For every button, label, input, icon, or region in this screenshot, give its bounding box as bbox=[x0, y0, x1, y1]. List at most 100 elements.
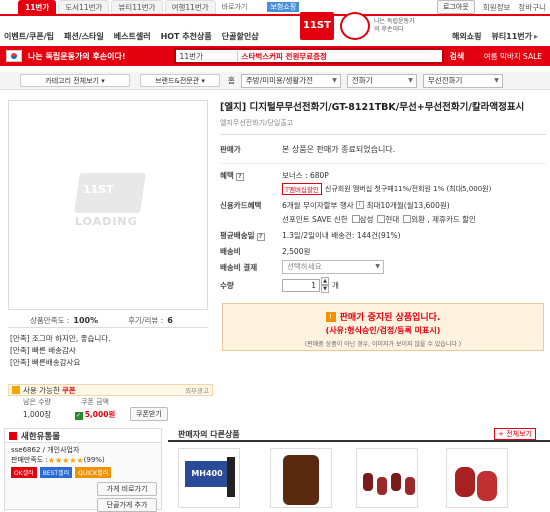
search-input[interactable]: 스타벅스커피 전원무료증정 bbox=[238, 51, 442, 62]
checkbox-hyundai[interactable] bbox=[377, 215, 386, 223]
seller-name[interactable]: 새한유통몰 bbox=[21, 430, 60, 442]
tab-beauty[interactable]: 뷰티11번가 bbox=[111, 0, 163, 14]
quantity-input[interactable]: 1 bbox=[282, 278, 320, 292]
coupon-title-em: 쿠폰 bbox=[61, 385, 76, 395]
external-ad-label: 외부광고 bbox=[185, 387, 209, 395]
info-icon[interactable]: i bbox=[355, 201, 364, 209]
chevron-down-icon: ▾ bbox=[101, 77, 105, 85]
other-product-label: MH400 bbox=[185, 461, 229, 487]
more-icon[interactable]: ▸ bbox=[534, 32, 538, 41]
logo[interactable]: 11ST 나는 독립운동가의 후손이다 bbox=[300, 8, 415, 46]
ok-seller-badge: OK셀러 bbox=[11, 467, 37, 478]
shipping-label: 배송비 bbox=[220, 246, 241, 256]
membership-badge: T멤버십할인 bbox=[282, 183, 322, 195]
nav-discount[interactable]: 단골할인샵 bbox=[222, 31, 259, 42]
all-category-button[interactable]: 카테고리 전체보기 ▾ bbox=[20, 74, 130, 87]
visit-shop-button[interactable]: 가게 비로가기 bbox=[97, 482, 157, 496]
search-scope-select[interactable]: 11번가 bbox=[176, 50, 238, 62]
bonus-point: 보너스 : 680P bbox=[282, 170, 329, 180]
review-count[interactable]: 6 bbox=[167, 316, 173, 325]
coupon-amount-wrap: ✓ 5,000원 bbox=[66, 409, 124, 420]
tab-11st[interactable]: 11번가 bbox=[18, 0, 57, 14]
quick-seller-badge: QUICK셀러 bbox=[75, 467, 112, 478]
stop-reason: (사유:형식승인/검정/등록 미표시) bbox=[325, 326, 441, 335]
other-products-title: 판매자의 다른상품 bbox=[178, 429, 240, 439]
logout-button[interactable]: 로그아웃 bbox=[437, 0, 475, 14]
membership-text: 신규회원 멤버십 첫구매11%/전회원 1% (최대5,000원) bbox=[324, 185, 492, 193]
help-icon[interactable]: ? bbox=[256, 232, 265, 241]
quantity-label: 수량 bbox=[220, 280, 234, 290]
coupon-icon bbox=[12, 386, 20, 394]
satisfaction-row: 상품만족도 : 100% 후기/리뷰 : 6 bbox=[8, 314, 208, 328]
jar-shape bbox=[283, 455, 319, 505]
list-item[interactable]: [만족] 빠른배송감사요 bbox=[10, 357, 200, 369]
list-item[interactable]: [만족] 빠른 배송감사 bbox=[10, 345, 200, 357]
card-hyundai: 현대 bbox=[385, 214, 400, 224]
brand-button[interactable]: 브랜드&전문관 ▾ bbox=[140, 74, 220, 87]
insurance-badge[interactable]: 보험쇼핑 bbox=[267, 2, 300, 12]
review-label[interactable]: 후기/리뷰 : bbox=[128, 315, 163, 326]
other-product-thumb-1[interactable]: MH400 bbox=[178, 448, 240, 508]
coupon-download-button[interactable]: 쿠폰받기 bbox=[130, 407, 168, 421]
shop-icon bbox=[9, 431, 17, 440]
decrease-icon[interactable]: ▼ bbox=[321, 285, 329, 293]
seller-rating-label: 판매만족도 : bbox=[11, 456, 48, 464]
nav-fashion[interactable]: 패션/스타일 bbox=[64, 31, 104, 42]
price-value: 본 상품은 판매가 종료되었습니다. bbox=[282, 144, 396, 154]
sale-banner[interactable]: 여름 막바지 SALE bbox=[484, 51, 542, 62]
coupon-title: 사용 가능한 bbox=[23, 385, 60, 395]
checkbox-keb[interactable] bbox=[403, 215, 412, 223]
other-product-thumb-3[interactable] bbox=[356, 448, 418, 508]
nav-bestseller[interactable]: 베스트셀러 bbox=[114, 31, 151, 42]
search-button[interactable]: 검색 bbox=[450, 51, 465, 62]
view-all-button[interactable]: + 전체보기 bbox=[494, 428, 536, 440]
nav-beauty[interactable]: 뷰티11번가 bbox=[491, 31, 532, 42]
review-tag: [만족] bbox=[10, 346, 30, 355]
category-select-3[interactable]: 무선전화기 bbox=[422, 73, 503, 88]
sale-stopped-notice: ! 판매가 중지된 상품입니다. (사유:형식승인/검정/등록 미표시) (판매… bbox=[222, 303, 544, 351]
review-tag: [만족] bbox=[10, 358, 30, 367]
checkbox-samsung[interactable] bbox=[351, 215, 360, 223]
avg-delivery-value: 1.3일/2일이내 배송건: 144건(91%) bbox=[282, 230, 401, 240]
right-nav: 해외쇼핑 뷰티11번가 ▸ bbox=[452, 30, 548, 42]
category-select-2[interactable]: 전화기 bbox=[346, 73, 417, 88]
warning-icon: ! bbox=[325, 311, 336, 322]
tab-travel[interactable]: 여행11번가 bbox=[164, 0, 216, 14]
review-text: 빠른배송감사요 bbox=[32, 358, 81, 367]
avg-delivery-label-wrap: 평균배송일? bbox=[220, 230, 282, 241]
logo-badge-icon bbox=[340, 12, 370, 40]
other-product-thumb-2[interactable] bbox=[270, 448, 332, 508]
avg-delivery-label: 평균배송일 bbox=[220, 230, 255, 240]
card-samsung: 삼성 bbox=[359, 214, 374, 224]
card-label: 신용카드혜택 bbox=[220, 200, 262, 210]
quantity-stepper[interactable]: ▲ ▼ bbox=[321, 277, 329, 293]
member-info-link[interactable]: 회원정보 bbox=[483, 2, 511, 13]
review-list: [만족] 조그마 하지만, 좋습니다. [만족] 빠른 배송감사 [만족] 빠른… bbox=[10, 333, 200, 369]
quantity-unit: 개 bbox=[332, 280, 339, 290]
other-product-thumb-4[interactable] bbox=[446, 448, 508, 508]
coupon-col-amount: 쿠폰 금액 bbox=[81, 398, 109, 406]
shortcut-link[interactable]: 바로가기 bbox=[222, 2, 248, 12]
review-text: 조그마 하지만, 좋습니다. bbox=[32, 334, 111, 343]
tab-books[interactable]: 도서11번가 bbox=[58, 0, 110, 14]
list-item[interactable]: [만족] 조그마 하지만, 좋습니다. bbox=[10, 333, 200, 345]
rating-stars-icon: ★★★★★ bbox=[47, 455, 84, 465]
shipping-pay-select[interactable]: 선택하세요 bbox=[282, 260, 384, 274]
breadcrumb-home[interactable]: 홈 bbox=[228, 75, 235, 86]
nav-hot[interactable]: HOT 추천상품 bbox=[161, 31, 212, 42]
nav-events[interactable]: 이벤트/쿠폰/팁 bbox=[4, 31, 54, 42]
coupon-qty: 1,000장 bbox=[22, 409, 52, 419]
help-icon[interactable]: ? bbox=[235, 172, 244, 181]
shipping-pay-label: 배송비 결제 bbox=[220, 262, 258, 272]
seller-rating-pct: (99%) bbox=[83, 456, 105, 464]
product-subtitle: 엘지무선전화기/당일출고 bbox=[220, 119, 294, 127]
checkbox-icon[interactable]: ✓ bbox=[74, 411, 83, 420]
nav-overseas[interactable]: 해외쇼핑 bbox=[452, 31, 481, 42]
view-all-label: 전체보기 bbox=[506, 430, 532, 438]
best-seller-badge: BEST셀러 bbox=[39, 467, 73, 478]
cart-link[interactable]: 장바구니 bbox=[518, 2, 546, 13]
card-keb: 외환 , 제휴카드 할인 bbox=[411, 214, 476, 224]
increase-icon[interactable]: ▲ bbox=[321, 277, 329, 285]
coupon-col-qty: 남은 수량 bbox=[23, 398, 51, 406]
category-select-1[interactable]: 주방/미미용/생활가전 bbox=[240, 73, 341, 88]
